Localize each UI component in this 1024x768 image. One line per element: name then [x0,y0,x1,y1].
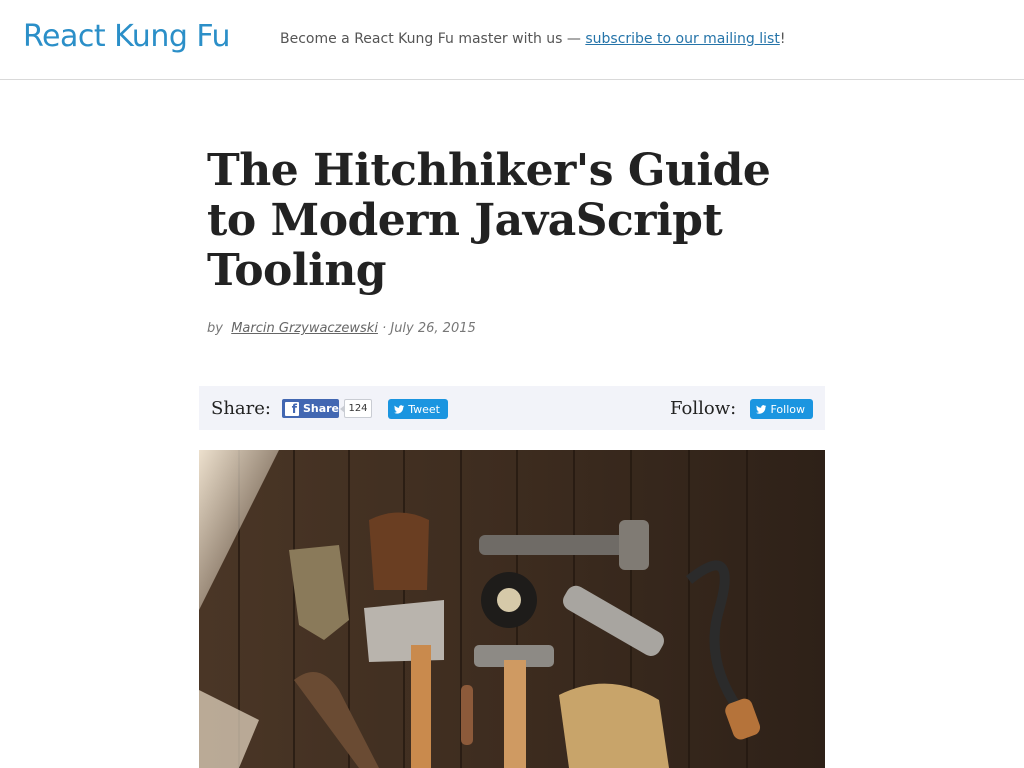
site-logo-link[interactable]: React Kung Fu [23,19,231,54]
twitter-follow-button[interactable]: Follow [750,399,813,419]
article-title: The Hitchhiker's Guide to Modern JavaScr… [207,145,771,296]
byline-separator: · [382,321,387,336]
publish-date: July 26, 2015 [390,321,476,336]
follow-label: Follow: [670,398,737,419]
tagline-text: Become a React Kung Fu master with us — [280,31,586,47]
facebook-share-label: Share [302,402,339,415]
header-tagline: Become a React Kung Fu master with us — … [280,31,785,47]
facebook-share-count: 124 [340,399,372,418]
facebook-icon: f [285,401,299,416]
tweet-button[interactable]: Tweet [388,399,448,419]
follow-button-label: Follow [770,402,805,416]
facebook-share-button[interactable]: f Share [282,399,339,418]
site-header: React Kung Fu Become a React Kung Fu mas… [0,0,1024,80]
author-link[interactable]: Marcin Grzywaczewski [231,321,378,336]
hero-image [199,450,825,768]
tagline-suffix: ! [779,31,786,47]
share-bar: Share: f Share 124 Tweet Follow: Follow [199,386,825,430]
byline: by Marcin Grzywaczewski · July 26, 2015 [207,321,476,336]
mailing-list-link[interactable]: subscribe to our mailing list [585,31,779,47]
tools-on-wooden-table-photo [199,450,825,768]
twitter-bird-icon [756,404,767,414]
tweet-label: Tweet [408,402,440,416]
byline-prefix: by [207,321,223,336]
share-label: Share: [211,398,271,419]
twitter-bird-icon [394,404,405,414]
